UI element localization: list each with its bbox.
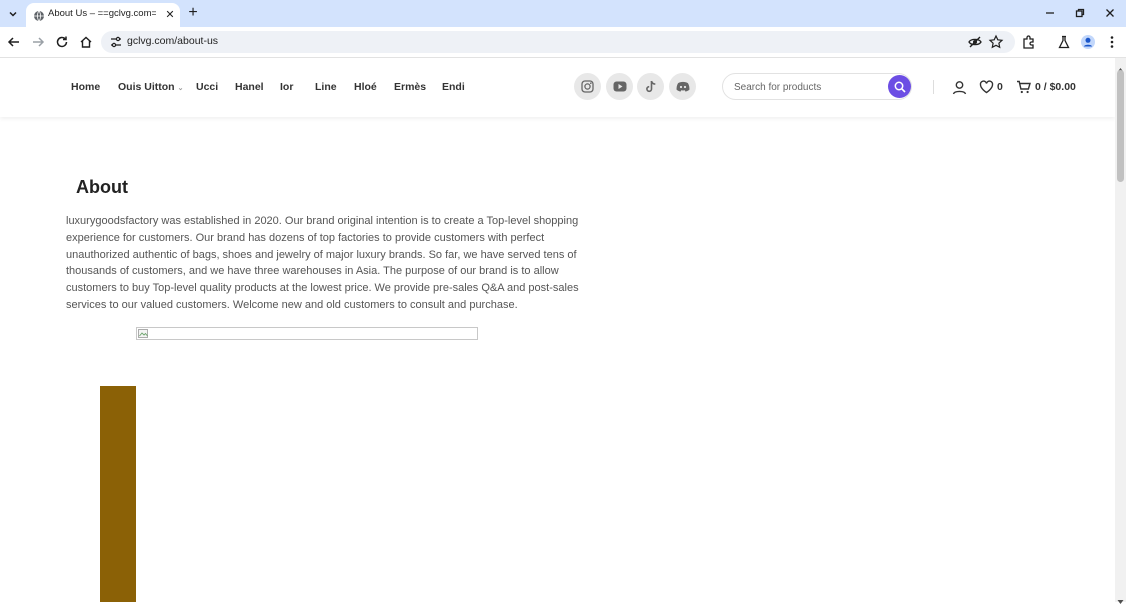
back-icon[interactable] [5,33,23,51]
globe-icon [33,9,45,22]
discord-icon[interactable] [669,73,696,100]
search-input[interactable] [732,79,886,96]
scroll-thumb[interactable] [1117,70,1124,182]
menu-label: Ouis Uitton [118,81,175,93]
url-text[interactable]: gclvg.com/about-us [127,35,218,47]
browser-toolbar: gclvg.com/about-us [0,27,1126,58]
menu-label: Line [315,81,337,93]
search-icon [894,81,906,93]
cart-icon[interactable] [1014,78,1032,96]
bookmark-star-icon[interactable] [988,34,1004,50]
page-title: About [76,177,128,197]
forward-icon[interactable] [29,33,47,51]
menu-item-hloe[interactable]: Hloé [354,81,377,93]
tab-title: About Us – ==gclvg.com== [48,8,156,19]
tab-close-icon[interactable]: ✕ [163,7,177,21]
about-paragraph: luxurygoodsfactory was established in 20… [66,215,579,311]
tiktok-icon[interactable] [637,73,664,100]
browser-tab-active[interactable]: About Us – ==gclvg.com== ✕ [26,3,180,27]
page-scrollbar[interactable] [1115,58,1126,604]
reload-icon[interactable] [53,33,71,51]
account-user-icon[interactable] [950,78,968,96]
menu-label: Home [71,81,101,93]
menu-label: Ucci [196,81,219,93]
restore-icon[interactable] [1070,4,1090,22]
menu-item-ucci[interactable]: Ucci [196,81,218,93]
wishlist-heart-icon[interactable] [977,78,995,96]
tab-search-chevron-icon[interactable] [5,6,21,22]
minimize-icon[interactable] [1040,4,1060,22]
menu-item-ior[interactable]: Ior [280,81,293,93]
menu-label: Ermès [394,81,427,93]
menu-item-ouis-uitton[interactable]: Ouis Uitton ⌄ [118,81,183,93]
menu-item-home[interactable]: Home [71,81,100,93]
site-info-icon[interactable] [109,35,123,49]
browser-tabstrip: About Us – ==gclvg.com== ✕ + [0,0,1126,27]
menu-label: Hloé [354,81,377,93]
chevron-down-icon: ⌄ [177,85,184,92]
menu-item-endi[interactable]: Endi [442,81,465,93]
extensions-icon[interactable] [1020,33,1038,51]
home-icon[interactable] [77,33,95,51]
window-close-icon[interactable] [1100,4,1120,22]
broken-image-icon [138,329,148,338]
broken-image [136,327,478,340]
menu-label: Hanel [235,81,264,93]
menu-item-line[interactable]: Line [315,81,337,93]
scroll-up-icon[interactable] [1117,60,1124,72]
product-search [722,73,912,100]
site-header: Home Ouis Uitton ⌄ Ucci Hanel Ior Line Hl… [0,58,1115,117]
instagram-icon[interactable] [574,73,601,100]
cart-total[interactable]: 0 / $0.00 [1035,81,1076,93]
labs-flask-icon[interactable] [1055,33,1073,51]
wishlist-count[interactable]: 0 [997,81,1003,93]
menu-label: Ior [280,81,294,93]
browser-menu-icon[interactable] [1103,33,1121,51]
scroll-down-icon[interactable] [1117,592,1124,604]
profile-avatar-icon[interactable] [1079,33,1097,51]
menu-item-hanel[interactable]: Hanel [235,81,264,93]
menu-label: Endi [442,81,465,93]
search-button[interactable] [888,75,911,98]
youtube-icon[interactable] [606,73,633,100]
header-divider [933,80,934,94]
decorative-brown-block [100,386,136,602]
eye-off-icon[interactable] [967,34,983,50]
menu-item-ermes[interactable]: Ermès [394,81,426,93]
address-bar[interactable]: gclvg.com/about-us [101,31,1015,53]
new-tab-button[interactable]: + [185,4,201,22]
